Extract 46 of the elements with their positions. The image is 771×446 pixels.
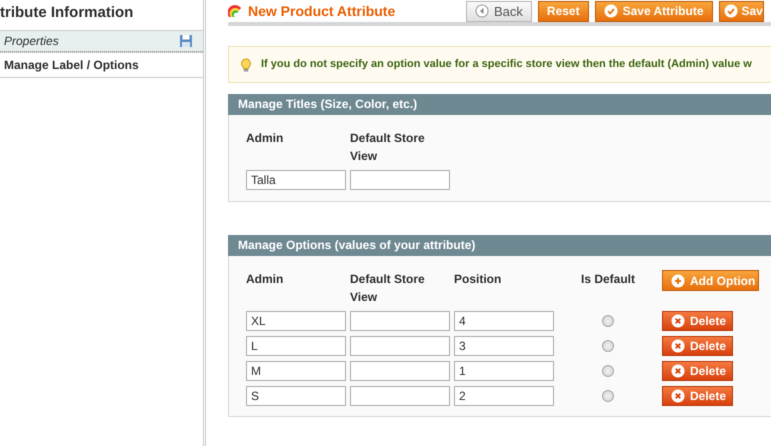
sidebar-tab[interactable]: Properties <box>0 30 203 52</box>
sidebar-title: tribute Information <box>0 3 134 23</box>
input-field[interactable]: 4 <box>454 311 554 331</box>
column-header: Admin <box>246 271 284 288</box>
page-title: New Product Attribute <box>248 2 396 20</box>
radio-button[interactable] <box>602 315 614 327</box>
delete-button[interactable]: Delete <box>662 386 733 406</box>
close-icon <box>671 389 685 403</box>
input-field[interactable] <box>350 170 450 190</box>
sidebar-tab[interactable]: Manage Label / Options <box>0 52 203 78</box>
notice-text: If you do not specify an option value for a specific store view then the default (Admin) value w <box>261 57 752 72</box>
plus-icon <box>671 274 685 288</box>
input-field[interactable]: 2 <box>454 386 554 406</box>
input-field[interactable] <box>350 336 450 356</box>
delete-button[interactable]: Delete <box>662 336 733 356</box>
input-field[interactable]: L <box>246 336 346 356</box>
close-icon <box>671 314 685 328</box>
column-header: Is Default <box>580 271 636 288</box>
input-field[interactable]: M <box>246 361 346 381</box>
delete-button[interactable]: Delete <box>662 311 733 331</box>
input-field[interactable] <box>350 386 450 406</box>
column-header: Position <box>454 271 502 288</box>
panel-header: Manage Titles (Size, Color, etc.) <box>228 94 771 115</box>
input-field[interactable]: XL <box>246 311 346 331</box>
input-field[interactable]: 3 <box>454 336 554 356</box>
column-header: Default Store View <box>350 130 426 165</box>
input-field[interactable] <box>350 311 450 331</box>
save-icon <box>179 34 193 48</box>
panel-header: Manage Options (values of your attribute) <box>228 235 771 256</box>
delete-button[interactable]: Delete <box>662 361 733 381</box>
rainbow-icon <box>228 4 242 18</box>
input-field[interactable]: S <box>246 386 346 406</box>
lightbulb-icon <box>239 58 253 72</box>
column-header: Admin <box>246 130 284 147</box>
radio-button[interactable] <box>602 390 614 402</box>
close-icon <box>671 364 685 378</box>
input-field[interactable] <box>350 361 450 381</box>
check-icon <box>604 4 618 18</box>
radio-button[interactable] <box>602 365 614 377</box>
back-button[interactable]: Back <box>466 0 532 22</box>
check-icon <box>724 4 738 18</box>
input-field[interactable]: 1 <box>454 361 554 381</box>
column-header: Default Store View <box>350 271 426 306</box>
radio-button[interactable] <box>602 340 614 352</box>
close-icon <box>671 339 685 353</box>
input-field[interactable]: Talla <box>246 170 346 190</box>
